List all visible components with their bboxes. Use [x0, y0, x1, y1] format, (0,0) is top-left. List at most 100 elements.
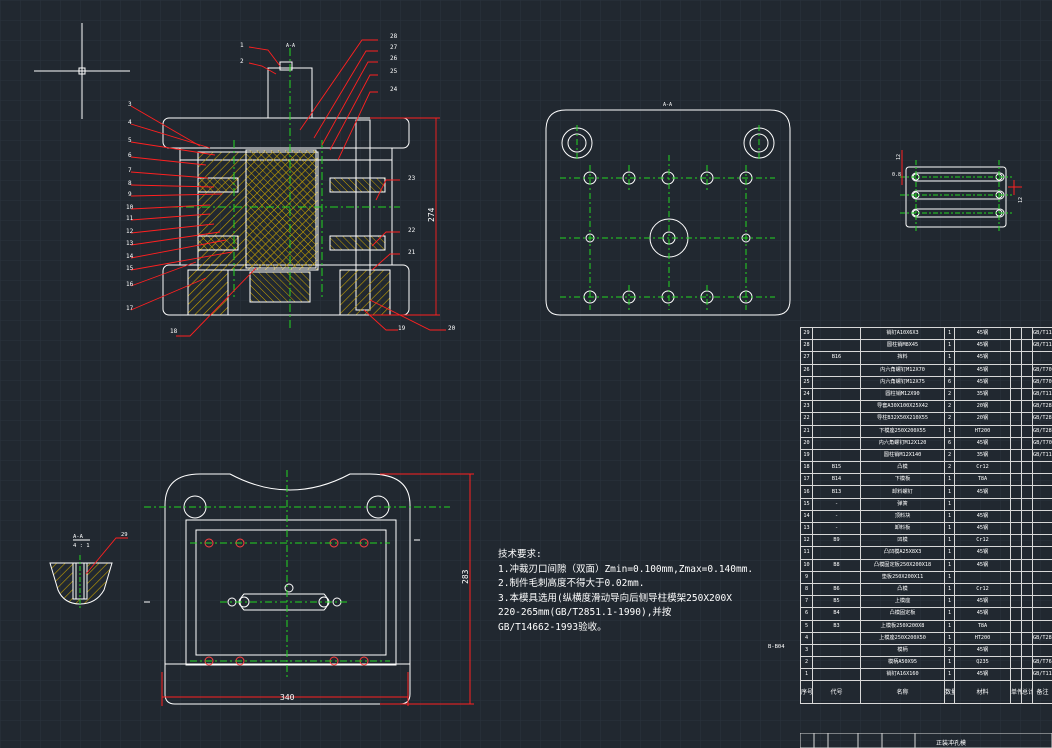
- part-number-1: 1: [240, 42, 244, 49]
- notes-line-4: 220-265mm(GB/T2851.1-1990),并按: [498, 607, 672, 618]
- part-number-11: 11: [126, 215, 134, 222]
- bom-cell-name: 凹模: [860, 534, 945, 548]
- bom-cell-weight-single: [1010, 326, 1022, 341]
- bom-cell-weight-total: [1021, 473, 1033, 487]
- part-number-26: 26: [390, 55, 398, 62]
- bom-cell-note: [1032, 595, 1052, 609]
- bom-cell-no: 24: [800, 387, 813, 402]
- bom-cell-material: 45钢: [954, 607, 1011, 621]
- bom-cell-name: 圆柱销M12X140: [860, 448, 945, 463]
- bom-cell-code: [812, 656, 861, 670]
- bom-cell-weight-single: [1010, 363, 1022, 377]
- bom-cell-code: -: [812, 509, 861, 524]
- bom-cell-weight-single: [1010, 485, 1022, 499]
- bom-cell-no: 19: [800, 448, 813, 463]
- bom-cell-weight-single: [1010, 619, 1022, 633]
- bom-cell-qty: 1: [944, 326, 955, 341]
- bom-cell-no: 23: [800, 400, 813, 414]
- bom-cell-note: GB/T2855: [1032, 424, 1052, 438]
- bom-cell-name: 上模座250X200X50: [860, 631, 945, 645]
- bom-cell-material: 45钢: [954, 326, 1011, 341]
- bom-cell-qty: 1: [944, 668, 955, 682]
- bom-row: 1销钉A16X160145钢GB/T119: [800, 668, 1052, 682]
- part-number-16: 16: [126, 281, 134, 288]
- side-tag: B-B04: [768, 644, 785, 650]
- main-view-label: A-A: [286, 43, 295, 49]
- bom-cell-code: [812, 400, 861, 414]
- part-number-7: 7: [128, 167, 132, 174]
- bom-cell-weight-total: [1021, 436, 1033, 450]
- bom-cell-note: GB/T70.1: [1032, 375, 1052, 389]
- bom-cell-material: 45钢: [954, 363, 1011, 377]
- bom-cell-name: 弹簧: [860, 497, 945, 511]
- bom-row: 2 模柄A50X951Q235 GB/T7646: [800, 656, 1052, 670]
- bom-cell-code: [812, 448, 861, 463]
- title-block-caption: 正装冲孔模: [936, 739, 966, 747]
- part-number-28: 28: [390, 33, 398, 40]
- bom-cell-no: 9: [800, 570, 813, 584]
- bom-row: 16 B13 卸料螺钉 1 45钢: [800, 485, 1052, 499]
- bom-cell-name: 凸模: [860, 461, 945, 475]
- bom-cell-weight-total: [1021, 546, 1033, 560]
- bom-cell-weight-total: [1021, 424, 1033, 438]
- bom-cell-weight-total: [1021, 509, 1033, 524]
- bom-cell-qty: 1: [944, 595, 955, 609]
- bom-cell-qty: 1: [944, 631, 955, 645]
- bom-cell-note: [1032, 570, 1052, 584]
- bom-cell-qty: 6: [944, 375, 955, 389]
- bom-cell-name: 模柄A50X95: [860, 656, 945, 670]
- bom-cell-weight-single: [1010, 631, 1022, 645]
- bom-cell-note: [1032, 521, 1052, 536]
- bom-cell-note: GB/T119.1: [1032, 326, 1052, 341]
- bom-cell-no: 22: [800, 412, 813, 426]
- part-number-22: 22: [408, 227, 416, 234]
- bom-row: 28 圆柱销M8X45145钢 GB/T119: [800, 339, 1052, 353]
- bom-cell-weight-single: [1010, 558, 1022, 572]
- bom-cell-weight-single: [1010, 656, 1022, 670]
- bom-cell-weight-total: [1021, 339, 1033, 353]
- bom-row: 3 模柄 2 45钢: [800, 643, 1052, 658]
- bom-cell-qty: 1: [944, 424, 955, 438]
- bom-cell-name: 卸料板: [860, 521, 945, 536]
- bom-cell-weight-single: [1010, 643, 1022, 658]
- plan-width-dimension: 340: [280, 693, 295, 702]
- bom-cell-name: 凸模固定板: [860, 607, 945, 621]
- detail-scale: 4 : 1: [73, 543, 90, 549]
- bom-cell-no: 17: [800, 473, 813, 487]
- bill-of-materials: 29销钉A10X6X3145钢GB/T119.128圆柱销M8X45145钢GB…: [800, 326, 1052, 705]
- bom-cell-code: B6: [812, 582, 861, 597]
- bom-row: 13- 卸料板 1 45钢: [800, 521, 1052, 536]
- bom-cell-note: GB/T119: [1032, 448, 1052, 463]
- bom-cell-qty: 2: [944, 461, 955, 475]
- detail-part-number: 29: [121, 532, 128, 538]
- bom-cell-material: 35钢: [954, 448, 1011, 463]
- bom-cell-material: 35钢: [954, 387, 1011, 402]
- part-number-8: 8: [128, 180, 132, 187]
- bom-cell-note: GB/T70: [1032, 436, 1052, 450]
- bom-cell-code: B8: [812, 558, 861, 572]
- bom-cell-qty: 1: [944, 485, 955, 499]
- bom-cell-note: [1032, 643, 1052, 658]
- bom-cell-no: 5: [800, 619, 813, 633]
- bom-cell-weight-single: [1010, 546, 1022, 560]
- bom-cell-material: 45钢: [954, 595, 1011, 609]
- bom-cell-weight-single: [1010, 668, 1022, 682]
- bom-cell-note: GB/T2861: [1032, 400, 1052, 414]
- bom-cell-code: [812, 412, 861, 426]
- bom-cell-weight-single: [1010, 509, 1022, 524]
- bom-cell-note: [1032, 509, 1052, 524]
- bom-cell-weight-total: [1021, 351, 1033, 365]
- bom-cell-weight-single: [1010, 461, 1022, 475]
- bom-cell-qty: 1: [944, 497, 955, 511]
- bom-cell-material: 45钢: [954, 509, 1011, 524]
- bom-cell-weight-single: [1010, 400, 1022, 414]
- bom-cell-no: 7: [800, 595, 813, 609]
- bom-cell-note: GB/T119: [1032, 668, 1052, 682]
- notes-line-3: 3.本模具选用(纵横度滑动导向后侧导柱模架250X200X: [498, 592, 732, 604]
- bom-cell-name: 垫板250X200X11: [860, 570, 945, 584]
- bom-cell-qty: 1: [944, 473, 955, 487]
- bom-cell-weight-single: [1010, 424, 1022, 438]
- bom-cell-note: GB/T2861: [1032, 412, 1052, 426]
- bom-cell-note: [1032, 546, 1052, 560]
- bom-row: 15- 弹簧 1: [800, 497, 1052, 511]
